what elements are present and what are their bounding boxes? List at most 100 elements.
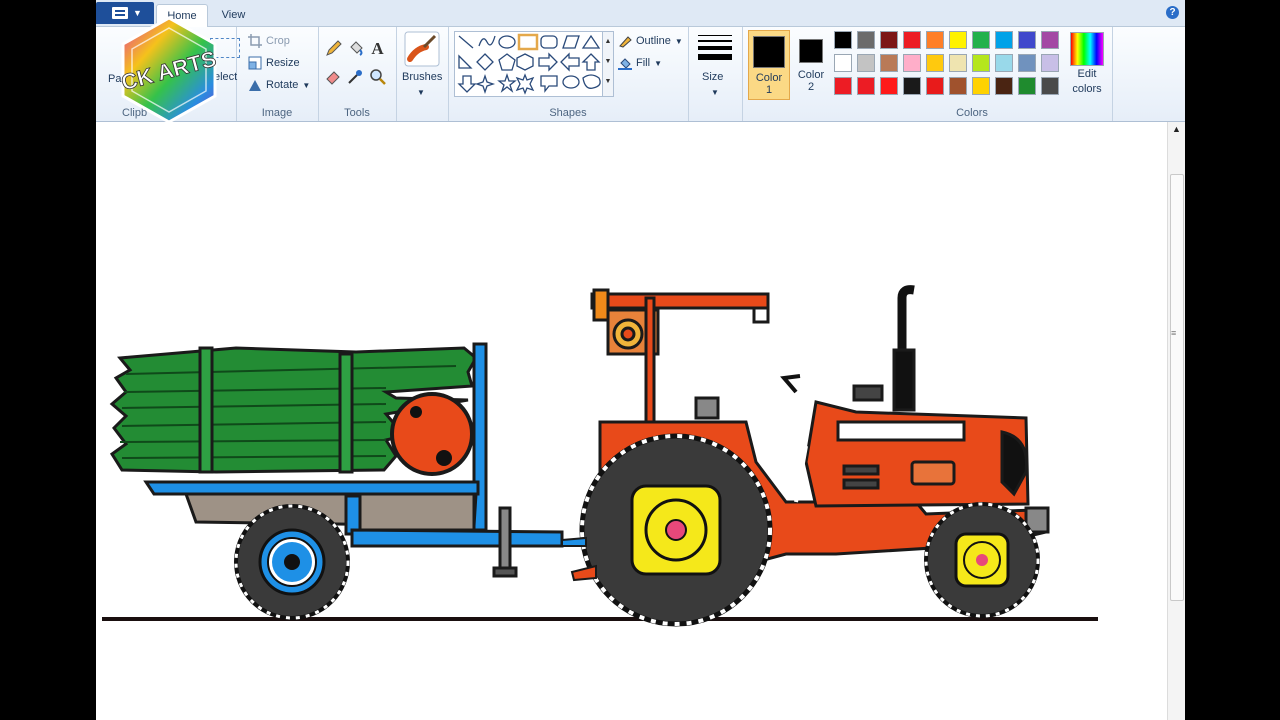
- color2-button[interactable]: Color 2: [792, 30, 830, 100]
- shapes-scroll[interactable]: ▲ ▼ ▼: [602, 31, 614, 97]
- resize-icon: [248, 56, 262, 70]
- color1-number: 1: [765, 84, 773, 96]
- ck-arts-logo: CK ARTS: [118, 16, 219, 124]
- outline-button[interactable]: Outline ▼: [618, 31, 683, 51]
- scroll-up-icon[interactable]: ▲: [1172, 124, 1181, 134]
- color-swatch[interactable]: [995, 31, 1013, 49]
- chevron-down-icon: ▼: [302, 81, 311, 90]
- pencil-icon[interactable]: [324, 39, 343, 58]
- fill-button[interactable]: Fill ▼: [618, 53, 662, 73]
- edit-colors-label-1: Edit: [1077, 68, 1097, 80]
- size-group: Size ▼: [688, 27, 743, 121]
- color-swatch[interactable]: [1041, 77, 1059, 95]
- color-swatch[interactable]: [857, 54, 875, 72]
- chevron-down-icon: ▼: [654, 59, 662, 68]
- crop-label: Crop: [266, 35, 290, 47]
- color-swatch[interactable]: [926, 77, 944, 95]
- color-swatch[interactable]: [949, 77, 967, 95]
- color-swatch[interactable]: [903, 31, 921, 49]
- color2-swatch: [799, 39, 823, 63]
- shapes-group-label: Shapes: [549, 107, 587, 119]
- color-swatch[interactable]: [903, 77, 921, 95]
- tools-group: A Tools: [318, 27, 397, 121]
- color2-number: 2: [807, 81, 815, 93]
- color1-label: Color: [755, 72, 783, 84]
- color-swatch[interactable]: [1018, 31, 1036, 49]
- fill-icon: [618, 56, 632, 71]
- color-swatch[interactable]: [1018, 54, 1036, 72]
- edit-colors-label-2: colors: [1072, 83, 1102, 95]
- magnifier-icon[interactable]: [368, 67, 387, 86]
- text-icon[interactable]: A: [368, 39, 387, 58]
- vertical-scrollbar[interactable]: ▲ ≡: [1167, 122, 1185, 720]
- paint-window: ▼ Home View ? Pa elect Clipb Crop Resize…: [96, 0, 1185, 720]
- ribbon-home: Pa elect Clipb Crop Resize Rotate ▼ Image: [96, 27, 1185, 122]
- color1-button[interactable]: Color 1: [748, 30, 790, 100]
- trailer-wheel: [234, 504, 350, 620]
- color-swatch[interactable]: [880, 31, 898, 49]
- chevron-down-icon: ▼: [417, 88, 425, 97]
- chevron-down-icon: ▼: [711, 88, 719, 97]
- help-icon[interactable]: ?: [1166, 6, 1179, 19]
- color-swatch[interactable]: [926, 54, 944, 72]
- rear-wheel: [579, 433, 773, 627]
- crop-button[interactable]: Crop: [248, 31, 290, 51]
- outline-icon: [618, 34, 632, 48]
- outline-label: Outline: [636, 35, 671, 47]
- color-swatch[interactable]: [834, 54, 852, 72]
- drawing-canvas[interactable]: [96, 122, 1168, 720]
- color-swatch[interactable]: [1018, 77, 1036, 95]
- shapes-gallery: [454, 31, 604, 97]
- scroll-thumb[interactable]: [1170, 174, 1184, 601]
- resize-label: Resize: [266, 57, 300, 69]
- chevron-down-icon: ▼: [674, 37, 683, 46]
- color-swatch[interactable]: [995, 77, 1013, 95]
- color-swatch[interactable]: [834, 31, 852, 49]
- shapes-group: ▲ ▼ ▼ Outline ▼ Fill ▼ Shapes: [448, 27, 689, 121]
- front-wheel: [924, 502, 1040, 618]
- crop-icon: [248, 34, 262, 49]
- image-group: Crop Resize Rotate ▼ Image: [236, 27, 319, 121]
- fill-label: Fill: [636, 57, 651, 69]
- tractor-canopy: [590, 288, 770, 424]
- spare-wheel: [390, 392, 474, 476]
- ribbon-tab-bar: ▼ Home View ?: [96, 0, 1185, 27]
- edit-colors-button[interactable]: Edit colors: [1070, 67, 1104, 95]
- colors-group: Edit colors Colors: [832, 27, 1113, 121]
- color-swatch[interactable]: [880, 54, 898, 72]
- rotate-label: Rotate: [266, 79, 299, 91]
- shapes-icons[interactable]: [455, 32, 603, 96]
- brushes-group: Brushes ▼: [396, 27, 449, 121]
- color-swatch[interactable]: [857, 31, 875, 49]
- color-swatch[interactable]: [1041, 31, 1059, 49]
- hitch: [561, 536, 587, 547]
- color-swatch[interactable]: [949, 54, 967, 72]
- color-swatch[interactable]: [857, 77, 875, 95]
- fill-bucket-icon[interactable]: [346, 39, 365, 58]
- color-swatch[interactable]: [834, 77, 852, 95]
- rotate-button[interactable]: Rotate ▼: [248, 75, 310, 95]
- color-swatch[interactable]: [972, 31, 990, 49]
- color-swatch[interactable]: [880, 77, 898, 95]
- color-swatch[interactable]: [1041, 54, 1059, 72]
- edit-colors-icon[interactable]: [1070, 32, 1104, 66]
- color-swatch[interactable]: [903, 54, 921, 72]
- color-palette: [832, 27, 1068, 107]
- color-picker-icon[interactable]: [346, 67, 365, 86]
- resize-button[interactable]: Resize: [248, 53, 300, 73]
- colors-group-label: Colors: [956, 107, 988, 119]
- color-swatch[interactable]: [995, 54, 1013, 72]
- eraser-icon[interactable]: [324, 67, 343, 86]
- line-size-icon[interactable]: [698, 35, 732, 60]
- color-swatch[interactable]: [972, 54, 990, 72]
- brush-icon[interactable]: [404, 31, 440, 67]
- scroll-grip-icon: ≡: [1171, 328, 1177, 338]
- exhaust-pipe: [852, 285, 916, 412]
- color1-swatch: [753, 36, 785, 68]
- color-swatch[interactable]: [926, 31, 944, 49]
- tools-group-label: Tools: [344, 107, 370, 119]
- color-swatch[interactable]: [972, 77, 990, 95]
- color2-label: Color: [797, 69, 825, 81]
- color-swatch[interactable]: [949, 31, 967, 49]
- tractor-drawing: [102, 285, 1098, 627]
